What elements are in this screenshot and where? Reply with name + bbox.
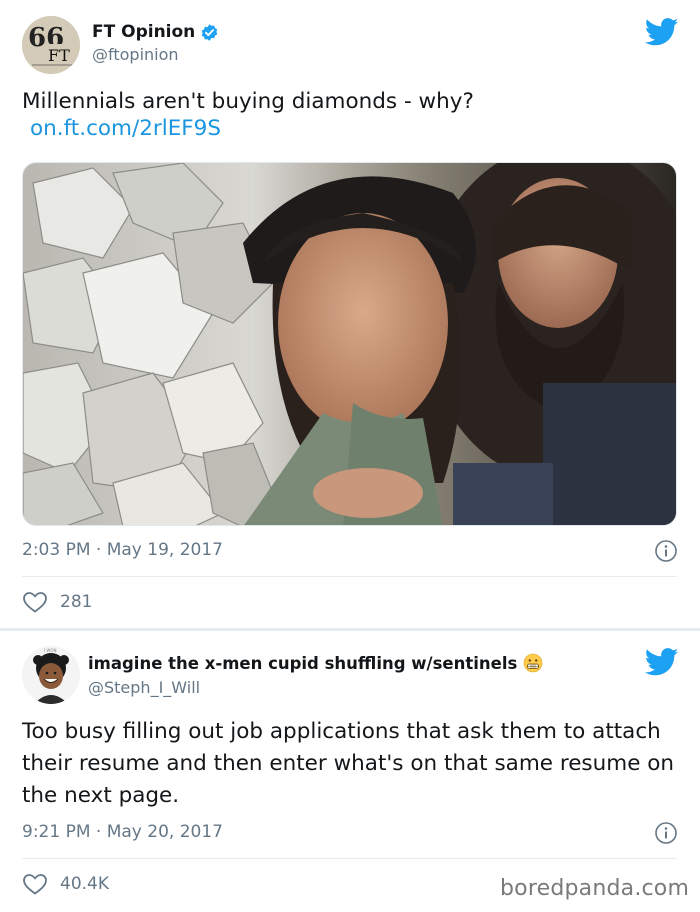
display-name[interactable]: FT Opinion <box>92 22 195 42</box>
info-icon[interactable] <box>654 821 678 845</box>
svg-text:I WON: I WON <box>44 648 57 653</box>
avatar[interactable]: I WON <box>22 646 80 704</box>
author-handle[interactable]: @Steph_I_Will <box>88 678 200 697</box>
tweet-card: 66 FT FT Opinion @ftopinion Millennials … <box>0 0 700 630</box>
tweet-timestamp[interactable]: 2:03 PM · May 19, 2017 <box>22 540 223 560</box>
like-count: 40.4K <box>60 874 109 894</box>
twitter-bird-icon[interactable] <box>645 18 679 46</box>
avatar-logo-text: FT <box>48 46 70 65</box>
heart-icon[interactable] <box>22 872 48 896</box>
avatar[interactable]: 66 FT <box>22 16 80 74</box>
like-action[interactable]: 281 <box>22 590 92 614</box>
tweet-divider <box>22 858 677 859</box>
tweet-divider <box>22 576 677 577</box>
tweet-text: Millennials aren't buying diamonds - why… <box>22 89 474 114</box>
like-action[interactable]: 40.4K <box>22 872 109 896</box>
heart-icon[interactable] <box>22 590 48 614</box>
watermark: boredpanda.com <box>500 876 690 901</box>
tweet-card: I WON imagine the x-men cupid shuffling … <box>0 630 700 912</box>
author-handle[interactable]: @ftopinion <box>92 45 179 64</box>
tweet-photo[interactable] <box>22 162 677 526</box>
tweet-timestamp[interactable]: 9:21 PM · May 20, 2017 <box>22 822 223 842</box>
author-name-row: FT Opinion <box>92 22 219 42</box>
author-name-row: imagine the x-men cupid shuffling w/sent… <box>88 653 543 673</box>
tweet-text: Too busy filling out job applications th… <box>22 719 675 808</box>
grimacing-face-emoji <box>523 653 543 673</box>
display-name[interactable]: imagine the x-men cupid shuffling w/sent… <box>88 654 517 673</box>
like-count: 281 <box>60 592 93 612</box>
info-icon[interactable] <box>654 539 678 563</box>
verified-badge-icon <box>202 23 218 41</box>
tweet-link[interactable]: on.ft.com/2rlEF9S <box>30 116 221 141</box>
twitter-bird-icon[interactable] <box>645 648 679 676</box>
